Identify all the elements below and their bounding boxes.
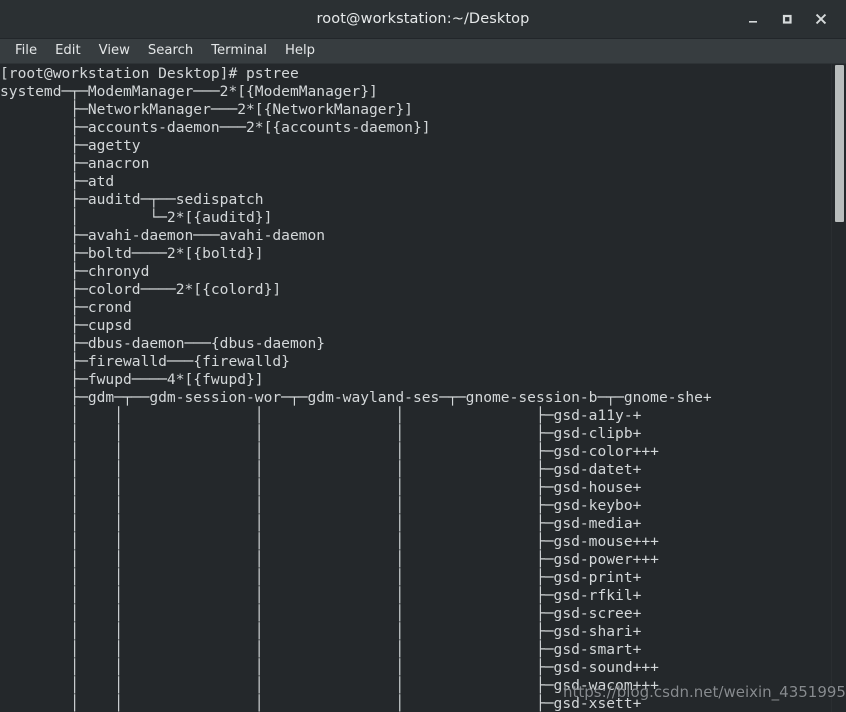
scrollbar-thumb[interactable] [835, 65, 844, 222]
menu-item-edit[interactable]: Edit [46, 41, 90, 61]
window-title: root@workstation:~/Desktop [316, 11, 530, 27]
minimize-button[interactable] [736, 2, 770, 36]
close-button[interactable] [804, 2, 838, 36]
terminal-window: root@workstation:~/Desktop File Edit Vie… [0, 0, 846, 712]
menu-item-view[interactable]: View [90, 41, 139, 61]
menu-item-terminal[interactable]: Terminal [202, 41, 276, 61]
terminal-scrollbar[interactable] [831, 64, 846, 712]
terminal-body[interactable]: [root@workstation Desktop]# pstree syste… [0, 64, 846, 712]
menu-item-file[interactable]: File [6, 41, 46, 61]
window-controls [736, 0, 838, 38]
menu-item-search[interactable]: Search [139, 41, 202, 61]
menu-item-help[interactable]: Help [276, 41, 324, 61]
menu-bar: File Edit View Search Terminal Help [0, 39, 846, 64]
title-bar[interactable]: root@workstation:~/Desktop [0, 0, 846, 39]
terminal-output: [root@workstation Desktop]# pstree syste… [0, 65, 712, 712]
terminal-screen[interactable]: [root@workstation Desktop]# pstree syste… [0, 64, 831, 712]
maximize-button[interactable] [770, 2, 804, 36]
